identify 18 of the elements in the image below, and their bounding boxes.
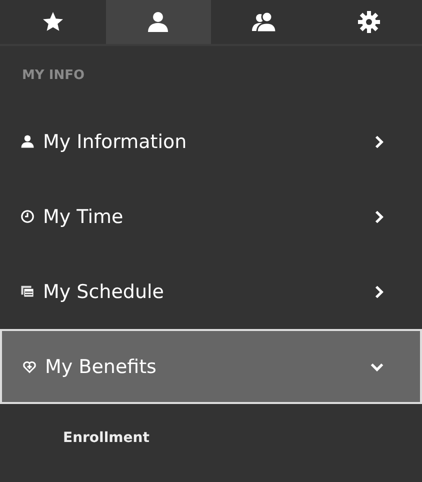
clock-icon	[20, 209, 35, 224]
user-icon	[20, 134, 35, 149]
menu-item[interactable]: My Time	[0, 179, 422, 254]
menu-item-label: My Time	[43, 206, 124, 228]
section-heading: MY INFO	[21, 66, 86, 84]
menu-item-label: My Schedule	[43, 280, 165, 302]
heart-icon	[22, 359, 37, 374]
menu-item-label: My Benefits	[45, 356, 158, 378]
menu-item[interactable]: My Benefits	[0, 329, 422, 404]
tab[interactable]	[106, 0, 211, 44]
menu-item[interactable]: My Schedule	[0, 254, 422, 329]
menu-item-label: My Information	[43, 130, 188, 152]
user-icon	[146, 10, 170, 34]
settings-icon	[357, 10, 382, 34]
users-icon	[252, 10, 276, 34]
menu-item[interactable]: My Information	[0, 104, 422, 179]
calendar-icon	[20, 284, 35, 299]
submenu-item[interactable]: Enrollment	[0, 404, 422, 472]
